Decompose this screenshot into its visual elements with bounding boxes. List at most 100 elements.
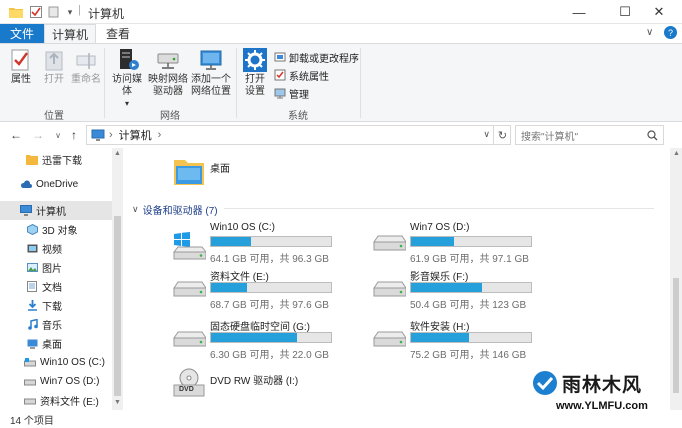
tab-computer[interactable]: 计算机	[44, 24, 96, 43]
drive-space: 61.9 GB 可用，共 97.1 GB	[410, 254, 529, 265]
sidebar-item-xunlei-downloads[interactable]: 迅雷下载	[0, 150, 112, 169]
drive-item-e[interactable]: 资料文件 (E:) 68.7 GB 可用，共 97.6 GB	[172, 268, 352, 311]
map-network-drive-button[interactable]: 映射网络 驱动器	[148, 48, 188, 98]
gear-icon	[243, 48, 267, 72]
drive-icon	[24, 376, 36, 388]
uninstall-program-button[interactable]: 卸载或更改程序	[274, 50, 359, 65]
sidebar-item-downloads[interactable]: 下载	[0, 296, 112, 315]
dvd-drive-icon	[173, 368, 205, 397]
scroll-up-icon[interactable]: ▲	[114, 150, 121, 157]
drive-item-g[interactable]: 固态硬盘临时空间 (G:) 6.30 GB 可用，共 22.0 GB	[172, 318, 352, 361]
drive-space: 75.2 GB 可用，共 146 GB	[410, 350, 527, 361]
drive-item-c[interactable]: Win10 OS (C:) 64.1 GB 可用，共 96.3 GB	[172, 222, 352, 265]
search-icon[interactable]	[647, 129, 658, 141]
picture-icon	[26, 262, 38, 274]
breadcrumb-chevron[interactable]: ›	[109, 129, 113, 141]
tab-view[interactable]: 查看	[98, 24, 138, 43]
open-settings-button[interactable]: 打开 设置	[240, 48, 270, 98]
folder-icon	[26, 154, 38, 166]
sidebar-item-label: 迅雷下载	[42, 156, 82, 167]
dvd-icon-text: DVD	[179, 386, 194, 393]
scroll-up-icon[interactable]: ▲	[673, 150, 680, 157]
drive-usage-bar	[210, 236, 332, 247]
system-properties-label: 系统属性	[289, 71, 329, 83]
video-icon	[26, 243, 38, 255]
breadcrumb-chevron[interactable]: ›	[158, 129, 162, 141]
sidebar-item-drive-d[interactable]: Win7 OS (D:)	[0, 372, 112, 391]
collapse-ribbon-icon[interactable]: ∨	[646, 27, 653, 38]
refresh-icon[interactable]: ↻	[493, 125, 511, 145]
sidebar-item-label: 3D 对象	[42, 226, 78, 237]
properties-button[interactable]: 属性	[6, 48, 36, 86]
forward-arrow-icon[interactable]: →	[30, 127, 46, 143]
section-title: 设备和驱动器 (7)	[142, 206, 218, 217]
sidebar-item-drive-c[interactable]: Win10 OS (C:)	[0, 353, 112, 372]
section-divider	[224, 208, 654, 209]
content-scrollbar-thumb[interactable]	[673, 278, 679, 393]
customize-quick-access-icon[interactable]: ▾	[62, 4, 78, 20]
open-button[interactable]: 打开	[40, 48, 68, 86]
system-group-label: 系统	[288, 111, 308, 122]
access-media-button[interactable]: 访问媒体 ▾	[108, 48, 146, 110]
sidebar-item-desktop[interactable]: 桌面	[0, 334, 112, 353]
drive-item-dvd[interactable]: DVD DVD RW 驱动器 (I:)	[172, 368, 372, 402]
devices-section-header[interactable]: ∨ 设备和驱动器 (7)	[132, 202, 218, 217]
manage-button[interactable]: 管理	[274, 86, 309, 101]
help-icon[interactable]: ?	[664, 26, 677, 39]
back-arrow-icon[interactable]: ←	[8, 127, 24, 143]
window-title: 计算机	[88, 7, 125, 21]
rename-button[interactable]: 重命名	[70, 48, 102, 86]
scroll-down-icon[interactable]: ▼	[114, 399, 121, 406]
drive-item-h[interactable]: 软件安装 (H:) 75.2 GB 可用，共 146 GB	[372, 318, 552, 361]
network-location-icon	[200, 50, 222, 70]
ribbon-tabs: 文件 计算机 查看 ∨ ?	[0, 24, 682, 43]
breadcrumb-computer[interactable]: 计算机	[119, 127, 152, 143]
recent-locations-chevron-icon[interactable]: ∨	[50, 127, 66, 143]
sidebar-scrollbar-thumb[interactable]	[114, 216, 121, 396]
tab-file[interactable]: 文件	[0, 24, 44, 43]
location-group-label: 位置	[44, 111, 64, 122]
sidebar-item-drive-e[interactable]: 资料文件 (E:)	[0, 391, 112, 410]
drive-icon	[373, 235, 406, 251]
network-group-label: 网络	[160, 111, 180, 122]
sidebar-item-onedrive[interactable]: OneDrive	[0, 175, 112, 194]
new-folder-icon[interactable]	[46, 4, 62, 20]
sidebar-scrollbar[interactable]: ▲ ▼	[112, 148, 123, 410]
sidebar-item-videos[interactable]: 视频	[0, 239, 112, 258]
sidebar-item-label: Win7 OS (D:)	[40, 376, 100, 387]
drive-name: Win10 OS (C:)	[210, 222, 276, 233]
sidebar-item-3d-objects[interactable]: 3D 对象	[0, 220, 112, 239]
sidebar-item-computer[interactable]: 计算机	[0, 201, 112, 220]
sidebar-item-label: 资料文件 (E:)	[40, 397, 99, 408]
drive-item-f[interactable]: 影音娱乐 (F:) 50.4 GB 可用，共 123 GB	[372, 268, 552, 311]
drive-usage-fill	[211, 237, 252, 246]
properties-icon	[11, 49, 29, 71]
properties-label: 属性	[11, 74, 31, 85]
folder-item-desktop[interactable]: 桌面	[172, 154, 262, 194]
minimize-button[interactable]: —	[556, 0, 602, 24]
drive-usage-fill	[211, 333, 297, 342]
drive-space: 68.7 GB 可用，共 97.6 GB	[210, 300, 329, 311]
navigation-pane: 迅雷下载 OneDrive 计算机 3D 对象 视频 图片 文档 下载 音乐 桌…	[0, 148, 123, 410]
navigation-bar: ← → ∨ ↑ › 计算机 › ∨ ↻ 搜索"计算机"	[0, 123, 682, 147]
sidebar-item-label: 桌面	[42, 340, 62, 351]
close-button[interactable]: ✕	[636, 0, 682, 24]
folder-icon[interactable]	[8, 4, 24, 20]
properties-check-icon[interactable]	[28, 4, 44, 20]
desktop-folder-icon	[174, 160, 204, 185]
sidebar-item-music[interactable]: 音乐	[0, 315, 112, 334]
address-history-icon[interactable]: ∨	[483, 129, 490, 140]
address-bar[interactable]: › 计算机 › ∨ ↻	[86, 125, 511, 145]
add-network-location-button[interactable]: 添加一个 网络位置	[190, 48, 232, 98]
sidebar-item-label: 计算机	[36, 207, 66, 218]
drive-icon	[24, 395, 36, 407]
sidebar-item-pictures[interactable]: 图片	[0, 258, 112, 277]
drive-icon	[24, 357, 36, 369]
section-collapse-chevron-icon[interactable]: ∨	[132, 204, 139, 215]
drive-item-d[interactable]: Win7 OS (D:) 61.9 GB 可用，共 97.1 GB	[372, 222, 552, 265]
system-properties-button[interactable]: 系统属性	[274, 68, 329, 83]
cloud-icon	[20, 179, 32, 191]
search-input[interactable]: 搜索"计算机"	[515, 125, 664, 145]
up-arrow-icon[interactable]: ↑	[66, 127, 82, 143]
sidebar-item-documents[interactable]: 文档	[0, 277, 112, 296]
